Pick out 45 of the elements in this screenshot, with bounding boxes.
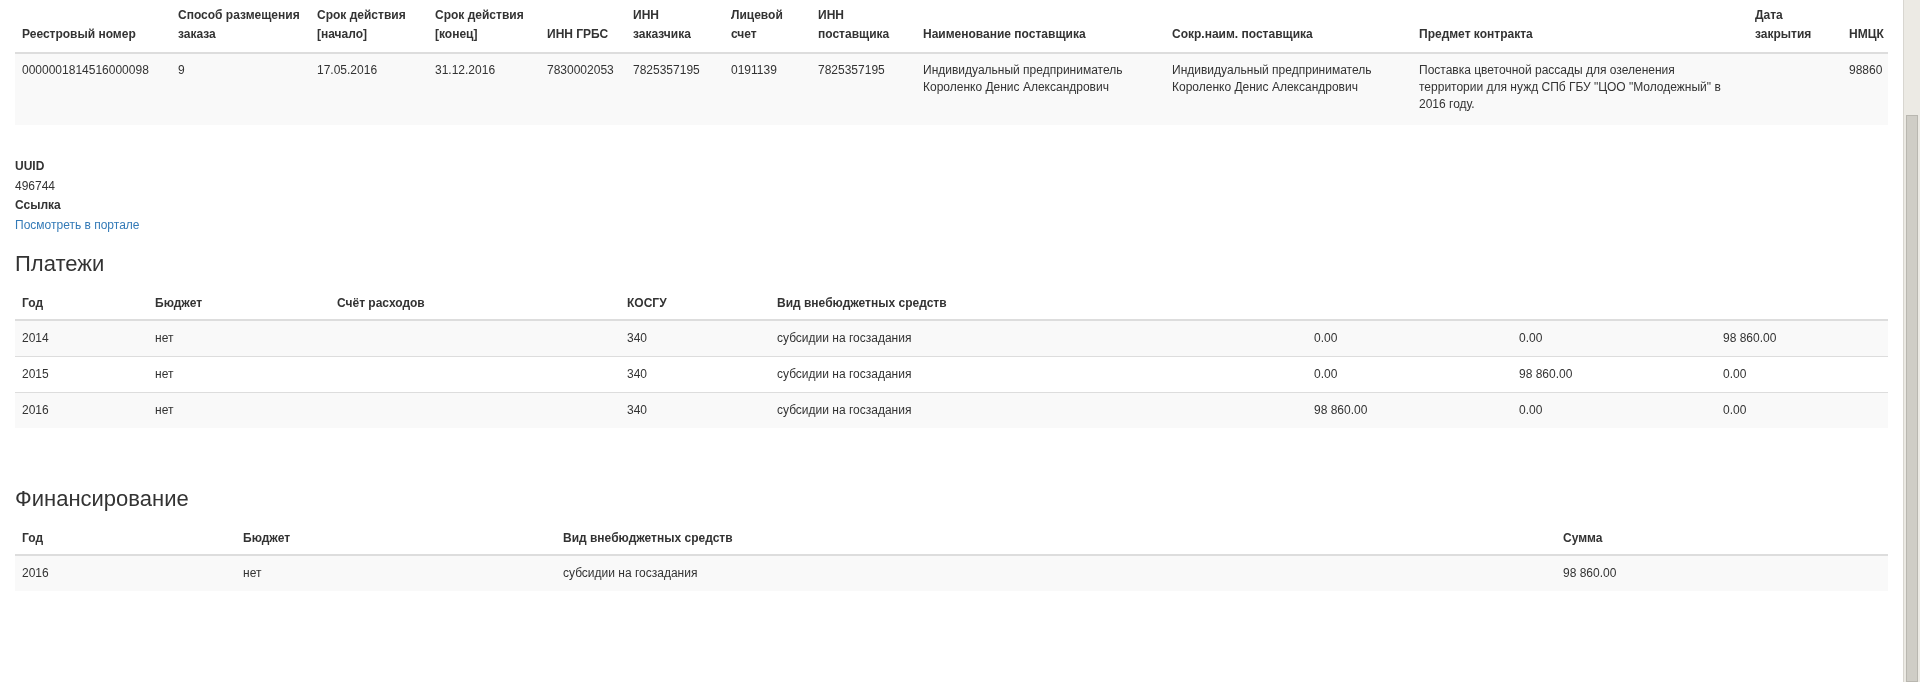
table-cell: 17.05.2016 bbox=[310, 53, 428, 125]
table-cell: 7825357195 bbox=[626, 53, 724, 125]
section-heading: Платежи bbox=[15, 251, 106, 277]
scrollbar-thumb[interactable] bbox=[1906, 115, 1918, 682]
table-cell: 0.00 bbox=[1716, 392, 1888, 428]
table-cell: субсидии на госзадания bbox=[556, 555, 1556, 591]
table-cell: нет bbox=[236, 555, 556, 591]
detail-label: Ссылка bbox=[15, 197, 62, 214]
portal-link[interactable]: Посмотреть в портале bbox=[15, 217, 140, 232]
table-cell: 0191139 bbox=[724, 53, 811, 125]
table-cell: субсидии на госзадания bbox=[770, 356, 1307, 393]
table-cell: Поставка цветочной рассады для озеленения территории для нужд СПб ГБУ "ЦОО "Молодежный" в 2016 году. bbox=[1412, 53, 1748, 125]
table-cell: 0.00 bbox=[1716, 356, 1888, 393]
table-cell: 2016 bbox=[15, 392, 148, 428]
table-cell: 7830002053 bbox=[540, 53, 626, 125]
table-cell: 0000001814516000098 bbox=[15, 53, 171, 125]
table-cell: 98 860.00 bbox=[1512, 356, 1716, 393]
table-cell: Индивидуальный предприниматель Короленко Денис Александрович bbox=[916, 53, 1165, 125]
table-cell: 340 bbox=[620, 356, 770, 393]
table-cell: нет bbox=[148, 320, 330, 357]
detail-value: 496744 bbox=[15, 177, 57, 195]
table-cell: 340 bbox=[620, 320, 770, 357]
table-cell: нет bbox=[148, 392, 330, 428]
section-heading: Финансирование bbox=[15, 486, 190, 512]
table-cell: 98 860.00 bbox=[1556, 555, 1888, 591]
table-cell: 340 bbox=[620, 392, 770, 428]
table-cell: 31.12.2016 bbox=[428, 53, 540, 125]
detail-label: UUID bbox=[15, 158, 46, 175]
table-cell: 98860 bbox=[1842, 53, 1888, 125]
table-cell: 7825357195 bbox=[811, 53, 916, 125]
table-cell: 9 bbox=[171, 53, 310, 125]
table-cell: субсидии на госзадания bbox=[770, 392, 1307, 428]
table-cell: 0.00 bbox=[1512, 320, 1716, 357]
table-cell: Индивидуальный предприниматель Короленко Денис Александрович bbox=[1165, 53, 1412, 125]
table-cell: 98 860.00 bbox=[1307, 392, 1512, 428]
table-cell: 0.00 bbox=[1307, 356, 1512, 393]
scrollbar[interactable] bbox=[1903, 0, 1920, 682]
table-cell: 2015 bbox=[15, 356, 148, 393]
table-cell: 0.00 bbox=[1307, 320, 1512, 357]
table-cell: 98 860.00 bbox=[1716, 320, 1888, 357]
table-cell: 0.00 bbox=[1512, 392, 1716, 428]
table-cell: субсидии на госзадания bbox=[770, 320, 1307, 357]
table-cell: 2014 bbox=[15, 320, 148, 357]
table-cell: 2016 bbox=[15, 555, 236, 591]
table-cell: нет bbox=[148, 356, 330, 393]
